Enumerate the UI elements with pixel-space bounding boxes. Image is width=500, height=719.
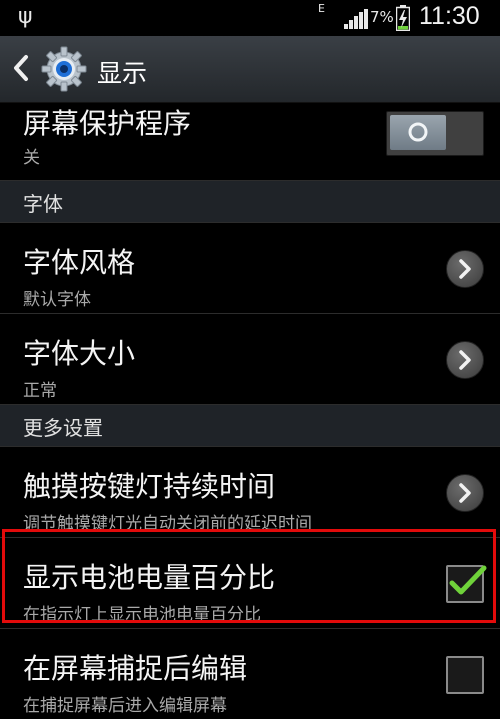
battery-percent-checkbox[interactable] bbox=[446, 565, 487, 603]
screensaver-toggle[interactable] bbox=[386, 111, 484, 156]
touch-key-light-row[interactable]: 触摸按键灯持续时间 调节触摸键灯光自动关闭前的延迟时间 bbox=[0, 447, 500, 538]
battery-charging-icon bbox=[396, 5, 410, 31]
screensaver-row[interactable]: 屏幕保护程序 关 bbox=[0, 102, 500, 181]
font-style-summary: 默认字体 bbox=[23, 290, 91, 310]
edit-after-capture-checkbox[interactable] bbox=[446, 656, 484, 694]
action-bar: 显示 bbox=[0, 36, 500, 103]
font-style-row[interactable]: 字体风格 默认字体 bbox=[0, 223, 500, 314]
section-header-more-label: 更多设置 bbox=[23, 416, 103, 440]
checkmark-icon bbox=[449, 565, 487, 595]
toggle-knob bbox=[390, 115, 446, 150]
screensaver-summary: 关 bbox=[23, 148, 40, 168]
section-header-font-label: 字体 bbox=[23, 192, 63, 216]
font-size-title: 字体大小 bbox=[23, 337, 136, 370]
signal-icon bbox=[344, 9, 368, 29]
edit-after-capture-title: 在屏幕捕捉后编辑 bbox=[23, 652, 248, 685]
edit-after-capture-summary: 在捕捉屏幕后进入编辑屏幕 bbox=[23, 696, 227, 716]
settings-gear-icon[interactable] bbox=[40, 45, 88, 93]
chevron-right-icon[interactable] bbox=[446, 341, 484, 379]
battery-percent-summary: 在指示灯上显示电池电量百分比 bbox=[23, 605, 261, 625]
clock: 11:30 bbox=[419, 2, 480, 30]
font-size-row[interactable]: 字体大小 正常 bbox=[0, 314, 500, 405]
chevron-right-icon[interactable] bbox=[446, 474, 484, 512]
section-header-more: 更多设置 bbox=[0, 405, 500, 447]
font-style-title: 字体风格 bbox=[23, 246, 136, 279]
section-header-font: 字体 bbox=[0, 181, 500, 223]
back-chevron-icon[interactable] bbox=[10, 50, 32, 86]
battery-percent-title: 显示电池电量百分比 bbox=[23, 561, 276, 594]
toggle-off-icon bbox=[408, 122, 428, 142]
battery-percent-text: 7% bbox=[370, 8, 394, 26]
page-title: 显示 bbox=[97, 59, 148, 88]
touch-key-light-summary: 调节触摸键灯光自动关闭前的延迟时间 bbox=[23, 514, 312, 534]
font-size-summary: 正常 bbox=[23, 381, 57, 401]
chevron-right-icon[interactable] bbox=[446, 250, 484, 288]
usb-icon: ψ bbox=[18, 4, 33, 29]
edit-after-capture-row[interactable]: 在屏幕捕捉后编辑 在捕捉屏幕后进入编辑屏幕 bbox=[0, 629, 500, 719]
touch-key-light-title: 触摸按键灯持续时间 bbox=[23, 470, 276, 503]
status-bar: ψ E 7% 11:30 bbox=[0, 0, 500, 36]
screensaver-title: 屏幕保护程序 bbox=[23, 107, 192, 140]
settings-list: 屏幕保护程序 关 字体 字体风格 默认字体 字体大小 正常 更多设置 触摸按键灯… bbox=[0, 102, 500, 719]
battery-percent-row[interactable]: 显示电池电量百分比 在指示灯上显示电池电量百分比 bbox=[0, 538, 500, 629]
network-type-indicator: E bbox=[318, 2, 325, 15]
